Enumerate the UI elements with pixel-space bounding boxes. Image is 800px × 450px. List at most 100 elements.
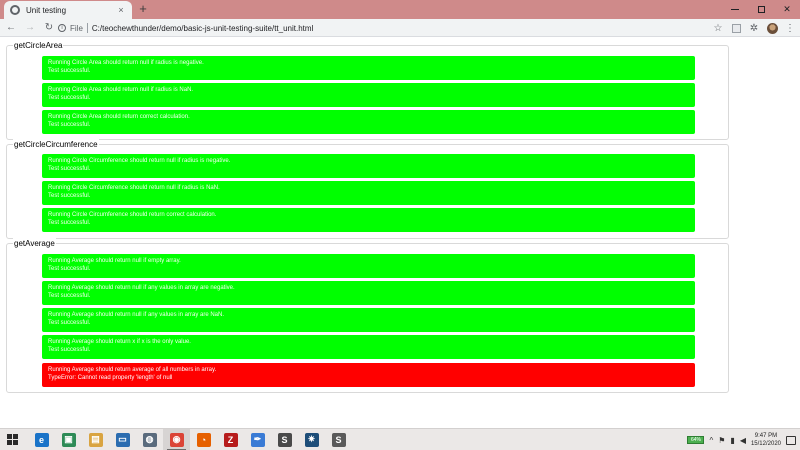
taskbar-app-feather-app[interactable]: ✒ — [244, 429, 271, 450]
suite-title: getCircleCircumference — [13, 139, 99, 150]
browser-tab[interactable]: Unit testing × — [4, 1, 132, 19]
back-button[interactable]: ← — [3, 20, 19, 36]
taskbar-app-sublime-text-2[interactable]: S — [325, 429, 352, 450]
internet-explorer-icon: e — [34, 432, 49, 447]
sublime-text-icon: S — [277, 432, 292, 447]
test-outcome: Test successful. — [48, 166, 91, 172]
test-result: Running Average should return average of… — [42, 363, 695, 387]
test-outcome: TypeError: Cannot read property 'length'… — [48, 375, 173, 381]
test-description: Running Average should return x if x is … — [48, 339, 191, 345]
system-tray: 64% ^ ⚑ ▮ ◀ 9:47 PM 15/12/2020 — [687, 429, 800, 450]
flag-icon[interactable]: ⚑ — [718, 436, 725, 445]
test-result: Running Circle Area should return correc… — [42, 110, 695, 134]
reload-button[interactable]: ↻ — [41, 20, 57, 36]
scheme-label: File — [70, 23, 83, 33]
file-explorer-icon: ▤ — [88, 432, 103, 447]
remote-desktop-icon: ▭ — [115, 432, 130, 447]
new-tab-button[interactable]: + — [137, 2, 149, 16]
test-outcome: Test successful. — [48, 122, 91, 128]
tab-title: Unit testing — [26, 5, 67, 15]
test-description: Running Circle Area should return null i… — [48, 60, 204, 66]
clock-date: 15/12/2020 — [750, 441, 781, 447]
test-outcome: Test successful. — [48, 68, 91, 74]
windows-logo-icon — [6, 434, 18, 445]
forward-button[interactable]: → — [22, 20, 38, 36]
address-separator — [86, 23, 88, 33]
taskbar-app-network-globe[interactable]: ◍ — [136, 429, 163, 450]
test-description: Running Circle Circumference should retu… — [48, 158, 231, 164]
profile-avatar[interactable] — [766, 22, 778, 34]
battery-icon[interactable]: 64% — [687, 436, 705, 444]
taskbar-app-firefox[interactable]: ◔ — [190, 429, 217, 450]
star-icon[interactable]: ☆ — [712, 22, 724, 34]
extension-icon[interactable] — [730, 22, 742, 34]
test-description: Running Average should return null if an… — [48, 285, 235, 291]
menu-icon[interactable]: ⋮ — [784, 22, 796, 34]
test-outcome: Test successful. — [48, 347, 91, 353]
toolbar-actions: ☆ ✲ ⋮ — [712, 20, 796, 36]
minimize-button[interactable] — [722, 0, 748, 19]
minimize-icon — [731, 9, 739, 10]
test-description: Running Average should return average of… — [48, 367, 217, 373]
close-tab-icon[interactable]: × — [116, 5, 126, 15]
test-result: Running Circle Circumference should retu… — [42, 154, 695, 178]
taskbar-app-remote-desktop[interactable]: ▭ — [109, 429, 136, 450]
close-window-button[interactable]: ✕ — [774, 0, 800, 19]
test-result: Running Average should return null if an… — [42, 281, 695, 305]
taskbar-app-filezilla[interactable]: Z — [217, 429, 244, 450]
test-description: Running Circle Circumference should retu… — [48, 212, 217, 218]
test-outcome: Test successful. — [48, 293, 91, 299]
taskbar-app-store[interactable]: ▣ — [55, 429, 82, 450]
address-bar[interactable]: i File C:/teochewthunder/demo/basic-js-u… — [58, 21, 730, 35]
test-outcome: Test successful. — [48, 220, 91, 226]
test-outcome: Test successful. — [48, 266, 91, 272]
taskbar-app-chrome[interactable]: ◉ — [163, 428, 190, 450]
maximize-icon — [757, 6, 765, 13]
taskbar-app-internet-explorer[interactable]: e — [28, 429, 55, 450]
suite-title: getCircleArea — [13, 40, 64, 51]
test-description: Running Average should return null if em… — [48, 258, 181, 264]
puzzle-icon[interactable]: ✲ — [748, 22, 760, 34]
feather-app-icon: ✒ — [250, 432, 265, 447]
test-suite: getAverage Running Average should return… — [6, 238, 729, 393]
browser-toolbar: ← → ↻ i File C:/teochewthunder/demo/basi… — [0, 19, 800, 37]
test-result: Running Circle Area should return null i… — [42, 56, 695, 80]
taskbar-app-file-explorer[interactable]: ▤ — [82, 429, 109, 450]
test-result: Running Circle Circumference should retu… — [42, 181, 695, 205]
volume-icon[interactable]: ◀ — [740, 436, 746, 445]
test-suite: getCircleArea Running Circle Area should… — [6, 40, 729, 140]
taskbar-app-sublime-text[interactable]: S — [271, 429, 298, 450]
test-result: Running Circle Area should return null i… — [42, 83, 695, 107]
info-icon[interactable]: i — [58, 24, 66, 32]
notification-icon[interactable] — [786, 435, 796, 445]
test-outcome: Test successful. — [48, 320, 91, 326]
test-description: Running Average should return null if an… — [48, 312, 224, 318]
test-suite: getCircleCircumference Running Circle Ci… — [6, 139, 729, 239]
test-outcome: Test successful. — [48, 95, 91, 101]
network-icon[interactable]: ▮ — [730, 436, 734, 445]
suite-title: getAverage — [13, 238, 56, 249]
gear-app-icon: ✷ — [304, 432, 319, 447]
clock-time: 9:47 PM — [754, 433, 778, 439]
test-result: Running Average should return null if em… — [42, 254, 695, 278]
taskbar: e ▣ ▤ ▭ ◍ ◉ ◔ Z ✒ S ✷ S 64% ^ ⚑ ▮ ◀ 9:47 PM 15/12/2… — [0, 428, 800, 450]
store-icon: ▣ — [61, 432, 76, 447]
taskbar-app-gear-app[interactable]: ✷ — [298, 429, 325, 450]
page-content: getCircleArea Running Circle Area should… — [0, 38, 800, 428]
clock[interactable]: 9:47 PM 15/12/2020 — [751, 432, 781, 448]
url-text[interactable]: C:/teochewthunder/demo/basic-js-unit-tes… — [92, 24, 313, 33]
test-result: Running Average should return x if x is … — [42, 335, 695, 359]
taskbar-apps: e ▣ ▤ ▭ ◍ ◉ ◔ Z ✒ S ✷ S — [28, 428, 352, 450]
test-outcome: Test successful. — [48, 193, 91, 199]
window-controls: ✕ — [722, 0, 800, 19]
test-description: Running Circle Circumference should retu… — [48, 185, 220, 191]
globe-icon — [10, 5, 20, 15]
start-button[interactable] — [0, 429, 24, 450]
maximize-button[interactable] — [748, 0, 774, 19]
test-description: Running Circle Area should return correc… — [48, 114, 190, 120]
filezilla-icon: Z — [223, 432, 238, 447]
sublime-text-2-icon: S — [331, 432, 346, 447]
title-bar: Unit testing × + ✕ — [0, 0, 800, 19]
chevron-up-icon[interactable]: ^ — [709, 436, 713, 445]
test-result: Running Average should return null if an… — [42, 308, 695, 332]
